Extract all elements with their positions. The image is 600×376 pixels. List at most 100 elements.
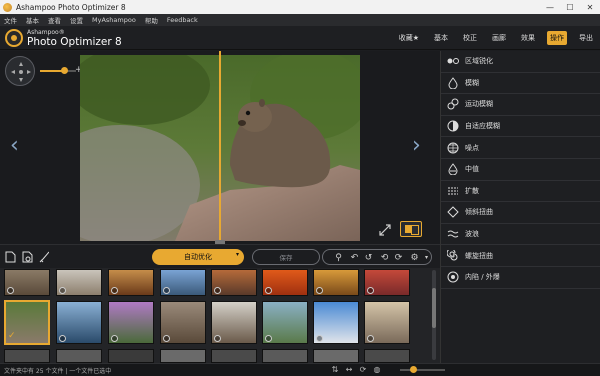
select-circle-icon[interactable] <box>316 287 323 294</box>
thumbnail-item[interactable] <box>56 301 102 344</box>
menu-view[interactable]: 查看 <box>48 15 61 25</box>
thumbnail-item[interactable] <box>108 349 154 363</box>
save-button[interactable]: 保存 <box>252 249 320 265</box>
thumbnail-item[interactable] <box>4 269 50 296</box>
thumbnail-item[interactable] <box>364 349 410 363</box>
thumbnail-item[interactable] <box>262 349 308 363</box>
menu-basic[interactable]: 基本 <box>26 15 39 25</box>
panel-item-motion-blur[interactable]: 运动模糊 <box>441 94 600 116</box>
thumbnail-item[interactable] <box>262 269 308 296</box>
split-divider[interactable] <box>219 51 221 244</box>
panel-item-blur[interactable]: 模糊 <box>441 73 600 95</box>
select-circle-icon[interactable] <box>111 335 118 342</box>
menu-file[interactable]: 文件 <box>4 15 17 25</box>
brush-icon[interactable] <box>38 251 49 263</box>
thumbnail-item[interactable] <box>56 349 102 363</box>
panel-item-adaptive-blur[interactable]: 自适应模糊 <box>441 116 600 138</box>
adaptive-blur-icon <box>447 120 459 132</box>
panel-item-pinch[interactable]: 内陷 / 外爆 <box>441 267 600 289</box>
previous-image-icon[interactable]: ‹ <box>10 133 19 158</box>
gear-icon[interactable]: ⚙ <box>409 252 420 263</box>
select-circle-icon[interactable] <box>265 335 272 342</box>
thumb-size-slider-thumb[interactable] <box>410 366 417 373</box>
thumbnail-item[interactable] <box>364 301 410 344</box>
sort-icon[interactable]: ⇅ <box>330 364 340 374</box>
panel-item-wave[interactable]: 波浪 <box>441 224 600 246</box>
refresh-icon[interactable]: ⟳ <box>358 364 368 374</box>
compare-view-icon[interactable] <box>400 221 422 237</box>
navigator-pad[interactable] <box>5 56 35 86</box>
thumbnail-item[interactable] <box>211 301 257 344</box>
thumbnail-item[interactable] <box>313 349 359 363</box>
thumbnail-item[interactable] <box>211 269 257 296</box>
panel-item-area-sharpen[interactable]: 区域锐化 <box>441 51 600 73</box>
thumbnail-scroll-thumb[interactable] <box>432 288 436 328</box>
thumbnail-item[interactable] <box>313 269 359 296</box>
thumbnail-item[interactable] <box>108 269 154 296</box>
select-circle-icon[interactable] <box>265 287 272 294</box>
fit-width-icon[interactable]: ↔ <box>344 364 354 374</box>
thumb-size-slider-track[interactable] <box>400 369 445 371</box>
tab-export[interactable]: 导出 <box>576 31 596 45</box>
select-circle-icon[interactable] <box>7 287 14 294</box>
operations-panel: 区域锐化 模糊 运动模糊 自适应模糊 噪点 中值 扩散 倾斜扭曲 波浪 螺旋扭曲… <box>440 51 600 363</box>
select-circle-icon[interactable] <box>111 287 118 294</box>
median-icon <box>447 163 459 176</box>
panel-item-noise[interactable]: 噪点 <box>441 137 600 159</box>
auto-optimize-dropdown-icon[interactable]: ▾ <box>236 251 239 258</box>
thumbnail-item[interactable] <box>4 349 50 363</box>
select-circle-icon[interactable] <box>163 287 170 294</box>
tab-operations[interactable]: 操作 <box>547 31 567 45</box>
thumbnail-item[interactable] <box>56 269 102 296</box>
chevron-down-icon[interactable]: ▾ <box>421 252 432 263</box>
thumbnail-item[interactable] <box>364 269 410 296</box>
next-image-icon[interactable]: › <box>412 133 421 158</box>
auto-optimize-button[interactable]: 自动优化 <box>152 249 244 265</box>
rotate-right-icon[interactable]: ⟳ <box>393 252 404 263</box>
select-circle-icon[interactable] <box>367 335 374 342</box>
panel-item-skew[interactable]: 倾斜扭曲 <box>441 202 600 224</box>
window-title: Ashampoo Photo Optimizer 8 <box>16 2 126 12</box>
magnify-icon[interactable]: ⚲ <box>333 252 344 263</box>
select-circle-icon[interactable] <box>214 287 221 294</box>
menu-feedback[interactable]: Feedback <box>167 16 198 24</box>
menu-settings[interactable]: 设置 <box>70 15 83 25</box>
tab-effects[interactable]: 效果 <box>518 31 538 45</box>
brand-company: Ashampoo® <box>27 29 65 36</box>
tab-correct[interactable]: 校正 <box>460 31 480 45</box>
panel-item-swirl[interactable]: 螺旋扭曲 <box>441 245 600 267</box>
panel-item-median[interactable]: 中值 <box>441 159 600 181</box>
close-button[interactable]: ✕ <box>580 0 600 14</box>
tab-basic[interactable]: 基本 <box>431 31 451 45</box>
select-circle-icon[interactable] <box>163 335 170 342</box>
rotate-left-icon[interactable]: ⟲ <box>379 252 390 263</box>
panel-item-diffuse[interactable]: 扩散 <box>441 181 600 203</box>
maximize-button[interactable]: ☐ <box>560 0 580 14</box>
fullscreen-icon[interactable] <box>378 223 392 237</box>
select-circle-icon[interactable] <box>214 335 221 342</box>
tab-gallery[interactable]: 画廊 <box>489 31 509 45</box>
thumbnail-item-selected[interactable]: ✓ <box>4 300 50 345</box>
undo-icon[interactable]: ↶ <box>349 252 360 263</box>
file-refresh-icon[interactable] <box>22 251 33 263</box>
thumbnail-item[interactable] <box>313 301 359 344</box>
select-circle-icon[interactable] <box>367 287 374 294</box>
select-circle-icon[interactable] <box>59 335 66 342</box>
menu-help[interactable]: 帮助 <box>145 15 158 25</box>
select-circle-icon[interactable] <box>59 287 66 294</box>
select-circle-icon[interactable] <box>316 335 323 342</box>
globe-icon[interactable]: ◍ <box>372 364 382 374</box>
minimize-button[interactable]: — <box>540 0 560 14</box>
file-icon[interactable] <box>5 251 16 263</box>
thumbnail-item[interactable] <box>160 301 206 344</box>
thumbnail-item[interactable] <box>211 349 257 363</box>
undo-all-icon[interactable]: ↺ <box>363 252 374 263</box>
menu-myashampoo[interactable]: MyAshampoo <box>92 16 136 24</box>
zoom-slider-thumb[interactable] <box>61 67 68 74</box>
thumbnail-item[interactable] <box>108 301 154 344</box>
thumbnail-item[interactable] <box>262 301 308 344</box>
thumbnail-item[interactable] <box>160 269 206 296</box>
thumbnail-item[interactable] <box>160 349 206 363</box>
skew-icon <box>447 206 459 219</box>
tab-favorites[interactable]: 收藏★ <box>396 31 422 45</box>
